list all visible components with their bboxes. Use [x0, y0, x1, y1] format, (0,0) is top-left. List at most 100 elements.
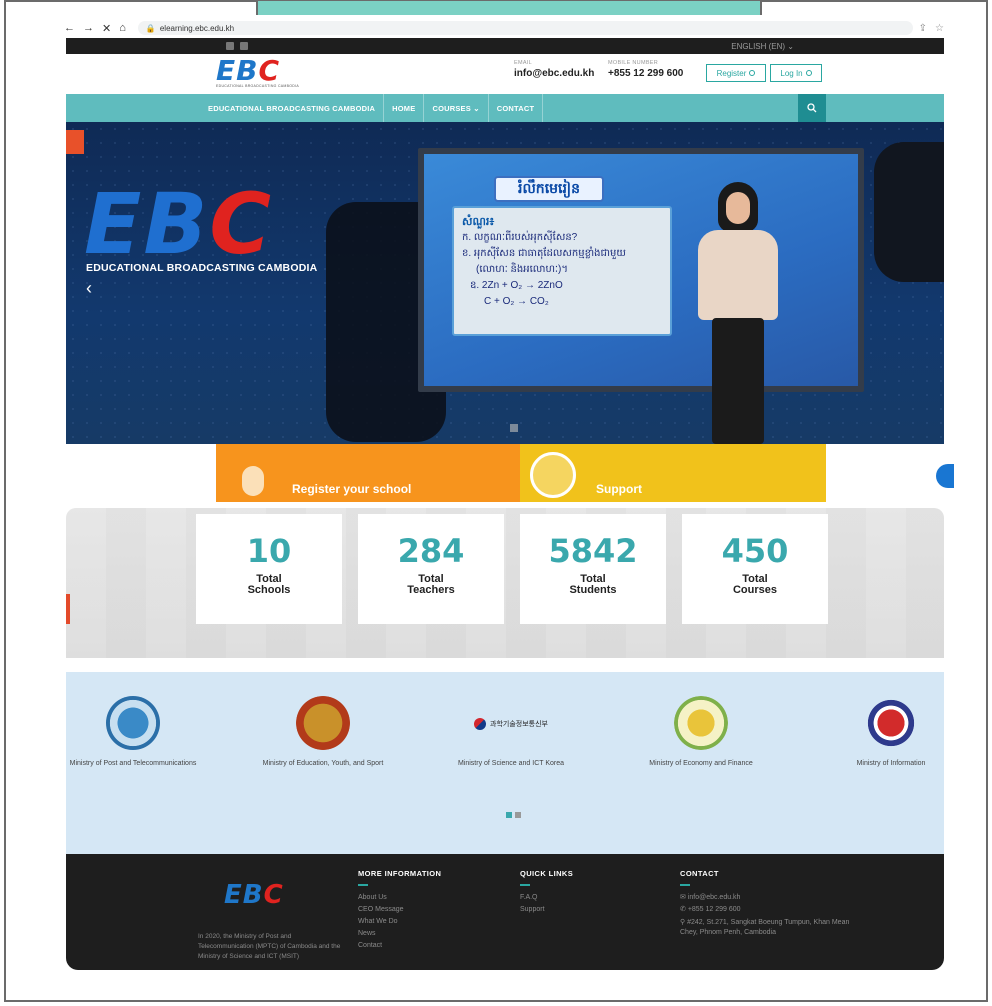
stat-value: 10: [246, 532, 292, 570]
language-selector[interactable]: ENGLISH (EN) ⌄: [731, 42, 794, 51]
register-label: Register: [716, 68, 747, 78]
partner-msit[interactable]: 과학기술정보통신부 Ministry of Science and ICT Ko…: [436, 696, 586, 767]
hero-badge: [66, 130, 84, 154]
mef-logo-icon: [674, 696, 728, 750]
footer-phone[interactable]: ✆ +855 12 299 600: [680, 904, 860, 916]
register-school-banner[interactable]: Register your school: [216, 444, 520, 502]
partner-moi[interactable]: Ministry of Information: [816, 696, 966, 767]
headset-icon: [530, 452, 576, 498]
pager-dot-active[interactable]: [506, 812, 512, 818]
footer-quick-links: QUICK LINKS F.A.Q Support: [520, 868, 573, 916]
arrow-circle-icon: [805, 70, 812, 76]
mptc-logo-icon: [106, 696, 160, 750]
footer-heading: QUICK LINKS: [520, 869, 574, 878]
footer-heading: CONTACT: [680, 869, 719, 878]
chat-widget-icon[interactable]: [936, 464, 954, 488]
partner-name: Ministry of Education, Youth, and Sport: [262, 760, 384, 767]
footer-link-about[interactable]: About Us: [358, 892, 441, 904]
phone-value[interactable]: +855 12 299 600: [608, 68, 683, 79]
address-bar[interactable]: 🔒 elearning.ebc.edu.kh: [137, 21, 913, 35]
partner-mef[interactable]: Ministry of Economy and Finance: [626, 696, 776, 767]
back-icon[interactable]: ←: [64, 22, 75, 35]
star-icon[interactable]: ☆: [935, 23, 944, 34]
footer-link-news[interactable]: News: [358, 928, 441, 940]
slide-indicator[interactable]: [510, 424, 518, 432]
camera-image-right: [874, 142, 944, 282]
msit-logo-text: 과학기술정보통신부: [490, 721, 548, 728]
pager-dot[interactable]: [515, 812, 521, 818]
mouse-icon: [242, 466, 264, 496]
mail-icon: ✉: [680, 894, 688, 901]
home-icon[interactable]: ⌂: [119, 22, 126, 35]
forward-icon[interactable]: →: [83, 22, 94, 35]
login-label: Log In: [780, 68, 803, 78]
nav-home[interactable]: HOME: [384, 94, 425, 122]
search-icon: [807, 103, 817, 113]
main-nav: EDUCATIONAL BROADCASTING CAMBODIA HOME C…: [66, 94, 944, 122]
footer-link-support[interactable]: Support: [520, 904, 573, 916]
footer-more-info: MORE INFORMATION About Us CEO Message Wh…: [358, 868, 441, 952]
phone-icon: ✆: [680, 906, 688, 913]
lesson-board: សំណួរ៖ ក. លក្ខណៈពីរបស់អុកស៊ីសែន? ខ. អុកស…: [452, 206, 672, 336]
browser-actions: ⇪ ☆: [919, 23, 944, 34]
hero-slider: EBC EDUCATIONAL BROADCASTING CAMBODIA ‹ …: [66, 122, 944, 444]
stats-section: 10 Total Schools 284 Total Teachers 5842…: [66, 508, 944, 658]
stat-label: Total Courses: [732, 573, 778, 596]
logo-subtitle: EDUCATIONAL BROADCASTING CAMBODIA: [216, 84, 300, 88]
footer-contact: CONTACT ✉ info@ebc.edu.kh ✆ +855 12 299 …: [680, 868, 860, 938]
promo-bar: Register your school Support: [66, 444, 954, 502]
footer-heading: MORE INFORMATION: [358, 869, 442, 878]
prev-slide-icon[interactable]: ‹: [86, 278, 92, 299]
nav-contact[interactable]: CONTACT: [489, 94, 544, 122]
frame-tab: [256, 1, 762, 15]
board-line: (លោហៈ និងអលោហៈ)។: [476, 264, 568, 275]
register-button[interactable]: Register: [706, 64, 766, 82]
footer-address: ⚲ #242, St.271, Sangkat Boeung Tumpun, K…: [680, 918, 860, 938]
footer-email[interactable]: ✉ info@ebc.edu.kh: [680, 892, 860, 904]
top-bar: ENGLISH (EN) ⌄: [66, 38, 944, 54]
register-school-label: Register your school: [292, 482, 412, 496]
hero-tagline: EDUCATIONAL BROADCASTING CAMBODIA: [86, 262, 318, 274]
lesson-title: រំលឹកមេរៀន: [494, 176, 604, 202]
stat-value: 5842: [548, 532, 638, 570]
footer-about: In 2020, the Ministry of Post and Teleco…: [198, 933, 341, 960]
stat-card-students: 5842 Total Students: [520, 514, 666, 624]
email-value[interactable]: info@ebc.edu.kh: [514, 68, 594, 79]
stat-label: Total Schools: [247, 573, 291, 596]
stat-label: Total Teachers: [407, 573, 455, 596]
footer-link-faq[interactable]: F.A.Q: [520, 892, 573, 904]
partner-name: Ministry of Economy and Finance: [649, 760, 753, 767]
board-line: ក. លក្ខណៈពីរបស់អុកស៊ីសែន?: [462, 232, 578, 243]
footer-link-what[interactable]: What We Do: [358, 916, 441, 928]
board-line: ខ. អុកស៊ីសែន ជាធាតុដែលសកម្មខ្លាំងជាមួយ: [462, 248, 626, 259]
stat-value: 284: [397, 532, 465, 570]
nav-courses[interactable]: COURSES ⌄: [424, 94, 489, 122]
stop-icon[interactable]: ✕: [102, 22, 111, 35]
partners-section: Ministry of Post and Telecommunications …: [66, 672, 944, 854]
footer-link-ceo[interactable]: CEO Message: [358, 904, 441, 916]
footer-phone-text: +855 12 299 600: [687, 906, 741, 913]
hero-logo: EBC: [84, 175, 274, 273]
stat-card-courses: 450 Total Courses: [682, 514, 828, 624]
lock-icon: 🔒: [145, 23, 156, 33]
search-button[interactable]: [798, 94, 826, 122]
site-logo[interactable]: EBC EDUCATIONAL BROADCASTING CAMBODIA: [216, 57, 300, 89]
login-button[interactable]: Log In: [770, 64, 822, 82]
youtube-icon[interactable]: [240, 42, 248, 50]
footer-link-contact[interactable]: Contact: [358, 940, 441, 952]
partner-mptc[interactable]: Ministry of Post and Telecommunications: [58, 696, 208, 767]
stat-card-schools: 10 Total Schools: [196, 514, 342, 624]
board-line: C + O₂ → CO₂: [484, 296, 549, 307]
nav-brand[interactable]: EDUCATIONAL BROADCASTING CAMBODIA: [200, 94, 385, 122]
share-icon[interactable]: ⇪: [919, 23, 927, 34]
support-banner[interactable]: Support: [520, 444, 826, 502]
site-header: EBC EDUCATIONAL BROADCASTING CAMBODIA EM…: [66, 54, 944, 94]
moeys-logo-icon: [296, 696, 350, 750]
lesson-screen: រំលឹកមេរៀន សំណួរ៖ ក. លក្ខណៈពីរបស់អុកស៊ីស…: [418, 148, 864, 392]
footer-logo[interactable]: EBC: [224, 880, 284, 910]
msit-logo-icon: 과학기술정보통신부: [456, 714, 566, 734]
site-footer: EBC In 2020, the Ministry of Post and Te…: [66, 854, 944, 970]
facebook-icon[interactable]: [226, 42, 234, 50]
partners-pager: [506, 812, 521, 818]
partner-moeys[interactable]: Ministry of Education, Youth, and Sport: [248, 696, 398, 767]
